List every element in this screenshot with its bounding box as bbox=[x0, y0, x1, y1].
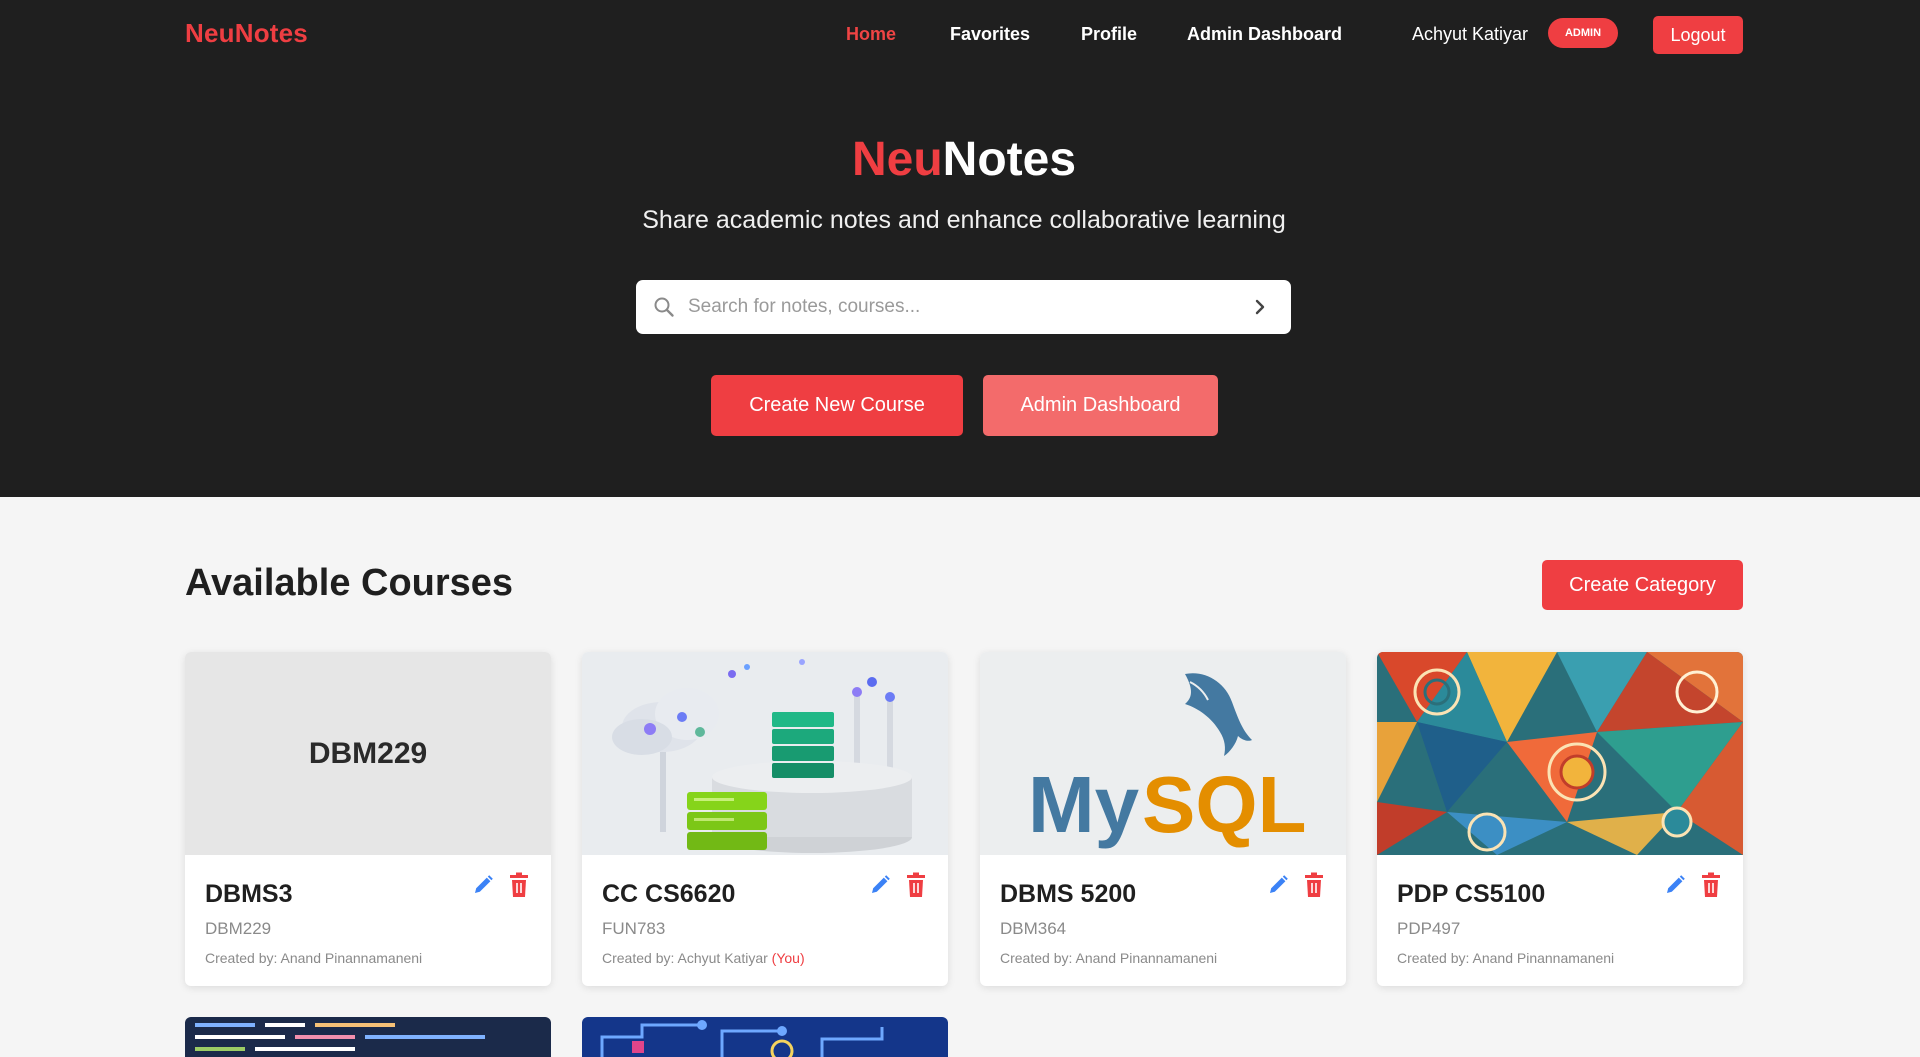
hero-title-notes: Notes bbox=[942, 133, 1077, 186]
mysql-logo-text-sql: SQL bbox=[1142, 760, 1306, 849]
hero-section: NeuNotes Home Favorites Profile Admin Da… bbox=[0, 0, 1920, 497]
hero-title: NeuNotes bbox=[0, 132, 1920, 187]
course-card-partial-code-image[interactable] bbox=[185, 1017, 551, 1057]
nav-favorites-link[interactable]: Favorites bbox=[950, 24, 1030, 45]
created-by-label: Created by: bbox=[602, 950, 678, 966]
course-creator: Created by: Anand Pinannamaneni bbox=[205, 950, 422, 966]
trash-icon[interactable] bbox=[904, 872, 928, 898]
nav-home-link[interactable]: Home bbox=[846, 24, 896, 45]
logout-button[interactable]: Logout bbox=[1653, 16, 1743, 54]
trash-icon[interactable] bbox=[1302, 872, 1326, 898]
course-card[interactable]: CC CS6620 FUN783 Created by: Achyut Kati… bbox=[582, 652, 948, 986]
course-code: DBM364 bbox=[1000, 919, 1067, 938]
colorful-mosaic-pattern bbox=[1377, 652, 1743, 855]
nav-admin-dashboard-link[interactable]: Admin Dashboard bbox=[1187, 24, 1342, 45]
course-placeholder-image: DBM229 bbox=[185, 652, 551, 855]
course-code: FUN783 bbox=[602, 919, 666, 938]
nav-profile-link[interactable]: Profile bbox=[1081, 24, 1137, 45]
course-code: DBM229 bbox=[205, 919, 272, 938]
pencil-icon[interactable] bbox=[1266, 873, 1290, 897]
create-category-button[interactable]: Create Category bbox=[1542, 560, 1743, 610]
course-title: DBMS3 bbox=[205, 880, 293, 908]
trash-icon[interactable] bbox=[507, 872, 531, 898]
course-card-body: PDP CS5100 PDP497 Created by: Anand Pina… bbox=[1377, 855, 1743, 986]
role-badge: ADMIN bbox=[1548, 18, 1618, 48]
placeholder-code: DBM229 bbox=[308, 736, 428, 770]
trash-icon[interactable] bbox=[1699, 872, 1723, 898]
hero-subtitle: Share academic notes and enhance collabo… bbox=[642, 206, 1286, 234]
created-by-label: Created by: bbox=[1000, 950, 1076, 966]
create-new-course-button[interactable]: Create New Course bbox=[711, 375, 963, 436]
course-card[interactable]: My SQL DBMS 5200 DBM364 Created by: Anan… bbox=[980, 652, 1346, 986]
course-title: PDP CS5100 bbox=[1397, 880, 1546, 908]
pencil-icon[interactable] bbox=[868, 873, 892, 897]
mysql-logo-text-my: My bbox=[1028, 760, 1140, 849]
course-code: PDP497 bbox=[1397, 919, 1461, 938]
pencil-icon[interactable] bbox=[1663, 873, 1687, 897]
course-title: CC CS6620 bbox=[602, 880, 736, 908]
course-creator: Created by: Achyut Katiyar (You) bbox=[602, 950, 805, 966]
created-by-label: Created by: bbox=[205, 950, 281, 966]
course-card-body: DBMS 5200 DBM364 Created by: Anand Pinan… bbox=[980, 855, 1346, 986]
course-card-body: DBMS3 DBM229 Created by: Anand Pinannama… bbox=[185, 855, 551, 986]
course-card[interactable]: DBM229 DBMS3 DBM229 Created by: Anand Pi… bbox=[185, 652, 551, 986]
section-title: Available Courses bbox=[185, 562, 514, 604]
creator-name: Achyut Katiyar bbox=[677, 950, 768, 966]
admin-dashboard-button[interactable]: Admin Dashboard bbox=[983, 375, 1218, 436]
search-icon bbox=[654, 297, 674, 317]
top-navbar: NeuNotes Home Favorites Profile Admin Da… bbox=[0, 0, 1920, 70]
cloud-servers-illustration bbox=[582, 652, 948, 855]
course-card-partial-circuit-image[interactable] bbox=[582, 1017, 948, 1057]
brand-logo[interactable]: NeuNotes bbox=[185, 18, 308, 49]
chevron-right-icon[interactable] bbox=[1248, 295, 1272, 319]
mysql-logo: My SQL bbox=[980, 652, 1346, 855]
hero-title-neu: Neu bbox=[851, 133, 943, 186]
pencil-icon[interactable] bbox=[471, 873, 495, 897]
you-marker: (You) bbox=[771, 950, 805, 966]
course-card-body: CC CS6620 FUN783 Created by: Achyut Kati… bbox=[582, 855, 948, 986]
course-card[interactable]: PDP CS5100 PDP497 Created by: Anand Pina… bbox=[1377, 652, 1743, 986]
course-title: DBMS 5200 bbox=[1000, 880, 1137, 908]
user-name: Achyut Katiyar bbox=[1412, 24, 1529, 44]
course-creator: Created by: Anand Pinannamaneni bbox=[1397, 950, 1614, 966]
created-by-label: Created by: bbox=[1397, 950, 1473, 966]
search-bar bbox=[636, 280, 1291, 334]
creator-name: Anand Pinannamaneni bbox=[280, 950, 423, 966]
search-input[interactable] bbox=[688, 289, 1228, 325]
creator-name: Anand Pinannamaneni bbox=[1075, 950, 1218, 966]
creator-name: Anand Pinannamaneni bbox=[1472, 950, 1615, 966]
course-creator: Created by: Anand Pinannamaneni bbox=[1000, 950, 1217, 966]
